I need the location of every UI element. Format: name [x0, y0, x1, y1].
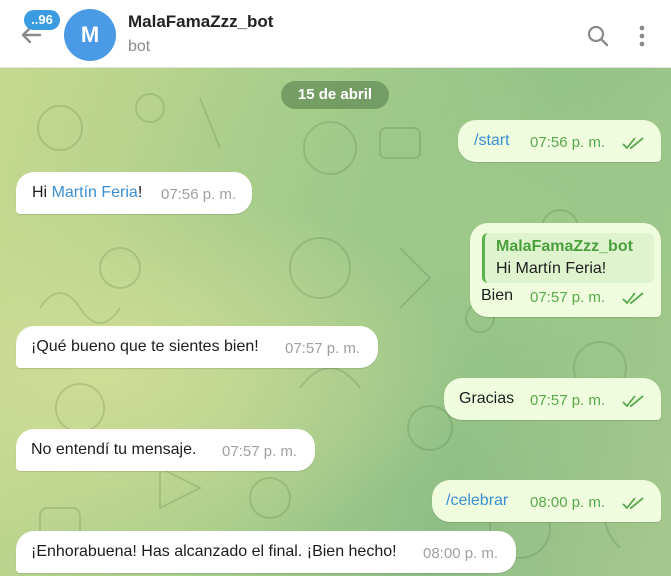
message-time: 07:57 p. m. [285, 340, 361, 357]
vertical-dots-icon[interactable] [632, 24, 652, 48]
message-bubble-incoming[interactable]: ¡Enhorabuena! Has alcanzado el final. ¡B… [16, 531, 516, 573]
message-text[interactable]: /start [474, 132, 510, 150]
chat-area[interactable]: 15 de abril /start 07:56 p. m. Hi Martín… [0, 68, 671, 576]
unread-badge[interactable]: ..96 [24, 10, 60, 30]
message-text-before: Hi [32, 184, 52, 201]
message-bubble-incoming[interactable]: ¡Qué bueno que te sientes bien! 07:57 p.… [16, 326, 378, 368]
message-bubble-outgoing[interactable]: /celebrar 08:00 p. m. [432, 480, 661, 522]
avatar[interactable]: M [64, 9, 116, 61]
message-text[interactable]: Bien [481, 287, 513, 305]
chat-subtitle: bot [128, 38, 151, 55]
message-text[interactable]: Gracias [459, 390, 514, 408]
date-separator: 15 de abril [281, 81, 389, 109]
message-bubble-incoming[interactable]: No entendí tu mensaje. 07:57 p. m. [16, 429, 315, 471]
message-text[interactable]: ¡Qué bueno que te sientes bien! [31, 338, 259, 356]
message-time: 07:56 p. m. [530, 134, 606, 151]
message-text[interactable]: /celebrar [446, 492, 508, 510]
message-text-after: ! [137, 184, 143, 201]
search-icon[interactable] [586, 24, 610, 48]
user-mention-link[interactable]: Martín Feria [52, 184, 138, 201]
message-text[interactable]: No entendí tu mensaje. [31, 441, 196, 459]
message-bubble-outgoing[interactable]: Gracias 07:57 p. m. [444, 378, 661, 420]
message-text: Hi Martín Feria! [32, 184, 142, 202]
message-bubble-outgoing[interactable]: /start 07:56 p. m. [458, 120, 661, 162]
message-text[interactable]: ¡Enhorabuena! Has alcanzado el final. ¡B… [31, 543, 397, 561]
double-check-icon [622, 395, 644, 408]
message-time: 07:56 p. m. [161, 186, 237, 203]
reply-quote[interactable]: MalaFamaZzz_bot Hi Martín Feria! [482, 233, 654, 283]
message-time: 08:00 p. m. [423, 545, 499, 562]
double-check-icon [622, 137, 644, 150]
message-bubble-incoming[interactable]: Hi Martín Feria! 07:56 p. m. [16, 172, 252, 214]
message-time: 07:57 p. m. [530, 289, 606, 306]
double-check-icon [622, 292, 644, 305]
reply-text: Hi Martín Feria! [496, 260, 607, 277]
reply-author: MalaFamaZzz_bot [496, 238, 633, 255]
message-bubble-outgoing[interactable]: MalaFamaZzz_bot Hi Martín Feria! Bien 07… [470, 223, 661, 317]
message-time: 07:57 p. m. [222, 443, 298, 460]
double-check-icon [622, 497, 644, 510]
message-time: 08:00 p. m. [530, 494, 606, 511]
chat-title[interactable]: MalaFamaZzz_bot [128, 12, 273, 32]
message-time: 07:57 p. m. [530, 392, 606, 409]
chat-header: ..96 M MalaFamaZzz_bot bot [0, 0, 671, 68]
